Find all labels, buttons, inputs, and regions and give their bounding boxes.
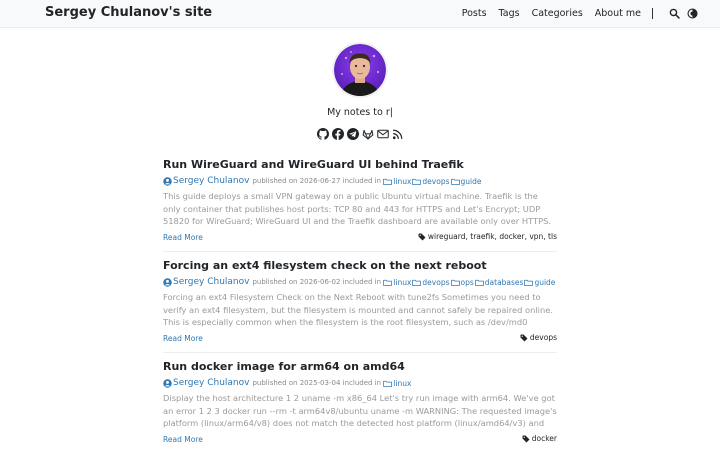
post-tags: devops: [520, 333, 557, 342]
post-divider: [163, 251, 557, 252]
nav-about-me[interactable]: About me: [595, 8, 641, 19]
folder-icon: [412, 279, 422, 286]
post-date: 2025-03-04: [299, 379, 341, 387]
telegram-icon[interactable]: [346, 128, 359, 140]
gitlab-icon[interactable]: [362, 128, 374, 140]
post-tags: wireguard, traefik, docker, vpn, tls: [418, 232, 557, 241]
tag-icon: [520, 334, 528, 342]
email-icon[interactable]: [376, 128, 389, 140]
folder-icon: [450, 279, 460, 286]
tag-icon: [418, 233, 426, 241]
included-label: included in: [342, 278, 382, 286]
rss-icon[interactable]: [392, 128, 404, 140]
author-link[interactable]: Sergey Chulanov: [173, 378, 249, 388]
category-link[interactable]: devops: [412, 176, 450, 186]
post-meta: Sergey Chulanov published on 2026-06-27 i…: [163, 176, 557, 186]
category-link[interactable]: databases: [474, 277, 524, 287]
tag-list[interactable]: wireguard, traefik, docker, vpn, tls: [428, 232, 557, 241]
post-summary: This guide deploys a small VPN gateway o…: [163, 191, 551, 227]
avatar: [334, 44, 386, 96]
nav-categories[interactable]: Categories: [532, 8, 583, 19]
profile-tagline: My notes to r|: [327, 107, 393, 118]
post-footer: Read More wireguard, traefik, docker, vpn…: [163, 232, 557, 246]
folder-icon: [524, 279, 534, 286]
user-icon: [163, 378, 172, 388]
post-title[interactable]: Run docker image for arm64 on amd64: [163, 360, 557, 373]
published-label: published on: [252, 379, 298, 387]
read-more-link[interactable]: Read More: [163, 435, 203, 444]
published-label: published on: [252, 278, 298, 286]
tag-list[interactable]: devops: [530, 333, 557, 342]
category-link[interactable]: linux: [383, 177, 411, 186]
author-link[interactable]: Sergey Chulanov: [173, 277, 249, 287]
post-summary: Forcing an ext4 Filesystem Check on the …: [163, 292, 553, 328]
post-divider: [163, 352, 557, 353]
folder-icon: [450, 178, 460, 185]
navbar: Sergey Chulanov's site Posts Tags Catego…: [0, 0, 720, 28]
folder-icon: [383, 380, 393, 387]
user-icon: [163, 277, 172, 287]
post-date: 2026-06-02: [299, 278, 341, 286]
post-meta: Sergey Chulanov published on 2025-03-04 i…: [163, 378, 557, 388]
post-footer: Read More devops: [163, 333, 557, 347]
category-link[interactable]: linux: [383, 278, 411, 287]
category-label: guide: [460, 176, 482, 186]
category-link[interactable]: ops: [450, 277, 474, 287]
folder-icon: [474, 279, 484, 286]
nav-divider: [652, 8, 653, 19]
nav-tags[interactable]: Tags: [499, 8, 520, 19]
read-more-link[interactable]: Read More: [163, 233, 203, 242]
github-icon[interactable]: [316, 128, 329, 140]
category-label: devops: [422, 277, 450, 287]
user-icon: [163, 176, 172, 186]
nav-posts[interactable]: Posts: [462, 8, 487, 19]
post-title[interactable]: Forcing an ext4 filesystem check on the …: [163, 259, 557, 272]
post-card: Run WireGuard and WireGuard UI behind Tr…: [163, 158, 557, 246]
post-footer: Read More docker: [163, 434, 557, 448]
site-title[interactable]: Sergey Chulanov's site: [45, 5, 212, 20]
category-label: linux: [393, 378, 412, 388]
facebook-icon[interactable]: [331, 128, 344, 140]
profile-section: My notes to r|: [0, 44, 720, 140]
category-link[interactable]: devops: [412, 277, 450, 287]
category-label: linux: [393, 176, 412, 186]
social-links: [0, 128, 720, 140]
folder-icon: [412, 178, 422, 185]
post-summary: Display the host architecture 1 2 uname …: [163, 393, 557, 429]
folder-icon: [383, 178, 393, 185]
category-link[interactable]: guide: [524, 278, 555, 287]
author-link[interactable]: Sergey Chulanov: [173, 176, 249, 186]
tag-list[interactable]: docker: [532, 434, 557, 443]
tag-icon: [522, 435, 530, 443]
post-title[interactable]: Run WireGuard and WireGuard UI behind Tr…: [163, 158, 557, 171]
theme-toggle-icon[interactable]: [687, 8, 698, 19]
category-link[interactable]: linux: [383, 379, 411, 388]
category-label: ops: [460, 277, 474, 287]
included-label: included in: [342, 177, 382, 185]
category-label: devops: [422, 176, 450, 186]
category-label: linux: [393, 277, 412, 287]
read-more-link[interactable]: Read More: [163, 334, 203, 343]
category-label: databases: [484, 277, 524, 287]
published-label: published on: [252, 177, 298, 185]
post-tags: docker: [522, 434, 557, 443]
post-card: Run docker image for arm64 on amd64 Serge…: [163, 360, 557, 448]
nav-menu: Posts Tags Categories About me: [450, 8, 698, 19]
post-meta: Sergey Chulanov published on 2026-06-02 i…: [163, 277, 557, 287]
folder-icon: [383, 279, 393, 286]
category-link[interactable]: guide: [450, 176, 482, 186]
included-label: included in: [342, 379, 382, 387]
category-label: guide: [534, 277, 556, 287]
search-icon[interactable]: [669, 8, 680, 19]
post-card: Forcing an ext4 filesystem check on the …: [163, 259, 557, 347]
post-date: 2026-06-27: [299, 177, 341, 185]
